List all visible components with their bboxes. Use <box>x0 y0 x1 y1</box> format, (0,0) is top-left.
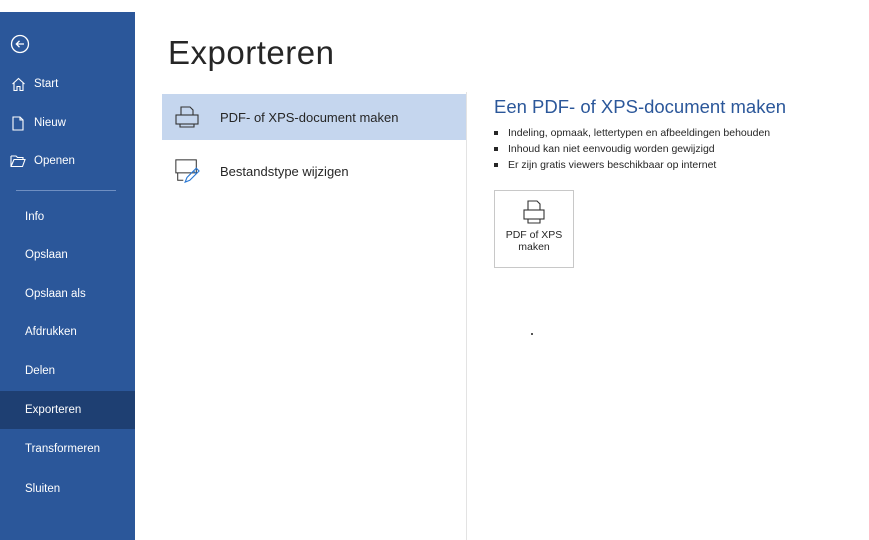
list-item: Inhoud kan niet eenvoudig worden gewijzi… <box>494 141 770 157</box>
sidebar-item-sluiten[interactable]: Sluiten <box>0 470 135 508</box>
new-document-icon <box>10 115 26 131</box>
sidebar-item-label: Delen <box>25 365 56 377</box>
folder-open-icon <box>10 153 26 169</box>
change-filetype-icon <box>174 158 200 184</box>
create-pdf-xps-label: PDF of XPS maken <box>505 229 563 253</box>
feature-list: Indeling, opmaak, lettertypen en afbeeld… <box>494 125 770 173</box>
sidebar-item-info[interactable]: Info <box>0 198 135 236</box>
pane-divider <box>466 92 467 540</box>
bullet-icon <box>494 147 498 151</box>
bullet-icon <box>494 131 498 135</box>
sidebar-item-label: Transformeren <box>25 443 100 455</box>
cursor-dot <box>531 333 533 335</box>
back-button[interactable] <box>8 32 32 56</box>
sidebar-item-opslaan[interactable]: Opslaan <box>0 236 135 274</box>
sidebar-item-start[interactable]: Start <box>0 66 135 102</box>
backstage-sidebar: Start Nieuw Openen Info Opslaan Opslaan … <box>0 12 135 540</box>
export-option-create-pdf[interactable]: PDF- of XPS-document maken <box>162 94 466 140</box>
sidebar-item-nieuw[interactable]: Nieuw <box>0 105 135 141</box>
pdf-printer-icon <box>174 104 200 130</box>
sidebar-item-transformeren[interactable]: Transformeren <box>0 430 135 468</box>
sidebar-item-label: Afdrukken <box>25 326 77 338</box>
back-arrow-circle-icon <box>10 34 30 54</box>
home-icon <box>10 76 26 92</box>
create-pdf-xps-button[interactable]: PDF of XPS maken <box>494 190 574 268</box>
sidebar-item-opslaan-als[interactable]: Opslaan als <box>0 275 135 313</box>
page-title: Exporteren <box>168 34 335 71</box>
bullet-icon <box>494 163 498 167</box>
sidebar-item-exporteren[interactable]: Exporteren <box>0 391 135 429</box>
detail-title: Een PDF- of XPS-document maken <box>494 96 787 117</box>
list-item: Indeling, opmaak, lettertypen en afbeeld… <box>494 125 770 141</box>
sidebar-divider <box>16 190 116 191</box>
window-top-strip <box>0 0 869 12</box>
sidebar-item-label: Openen <box>34 155 75 167</box>
export-option-change-filetype[interactable]: Bestandstype wijzigen <box>162 148 466 194</box>
sidebar-item-label: Opslaan <box>25 249 68 261</box>
sidebar-item-label: Opslaan als <box>25 288 86 300</box>
pdf-document-icon <box>523 200 545 224</box>
sidebar-item-openen[interactable]: Openen <box>0 143 135 179</box>
sidebar-item-afdrukken[interactable]: Afdrukken <box>0 313 135 351</box>
sidebar-item-label: Info <box>25 211 45 223</box>
sidebar-item-label: Sluiten <box>25 483 61 495</box>
sidebar-item-label: Start <box>34 78 59 90</box>
export-option-label: Bestandstype wijzigen <box>220 163 349 179</box>
sidebar-item-label: Exporteren <box>25 404 82 416</box>
sidebar-item-label: Nieuw <box>34 117 66 129</box>
export-option-label: PDF- of XPS-document maken <box>220 109 399 125</box>
sidebar-item-delen[interactable]: Delen <box>0 352 135 390</box>
list-item: Er zijn gratis viewers beschikbaar op in… <box>494 157 770 173</box>
